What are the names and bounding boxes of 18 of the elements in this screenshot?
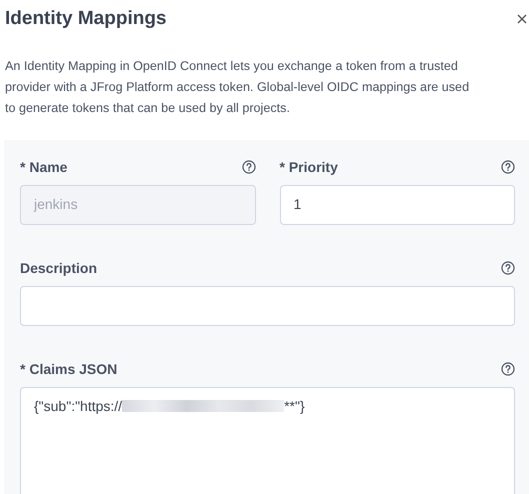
field-value: jenkins bbox=[34, 195, 78, 214]
close-icon[interactable] bbox=[517, 14, 527, 24]
claims-json-field[interactable]: {"sub":"https:// **"} bbox=[20, 386, 515, 494]
help-icon[interactable] bbox=[501, 362, 515, 376]
field-label: * Name bbox=[20, 158, 68, 176]
field-value: 1 bbox=[294, 195, 302, 214]
input-field[interactable] bbox=[20, 286, 515, 326]
field-value: **"} bbox=[284, 396, 305, 416]
intro-text: An Identity Mapping in OpenID Connect lets you exchange a token from a trusted provider with a JFrog Platform access token. Global-level OIDC mappings are used to generate tokens that can be used by all projects. bbox=[4, 58, 470, 117]
input-field[interactable]: 1 bbox=[280, 184, 515, 224]
help-icon[interactable] bbox=[501, 160, 515, 174]
field-value: {"sub":"https:// bbox=[34, 396, 122, 416]
help-icon[interactable] bbox=[501, 261, 515, 275]
field-label: * Claims JSON bbox=[20, 360, 118, 378]
dialog-title: Identity Mappings bbox=[5, 7, 166, 31]
help-icon[interactable] bbox=[242, 160, 256, 174]
field-label: * Priority bbox=[280, 158, 338, 177]
field-label: Description bbox=[20, 258, 98, 278]
